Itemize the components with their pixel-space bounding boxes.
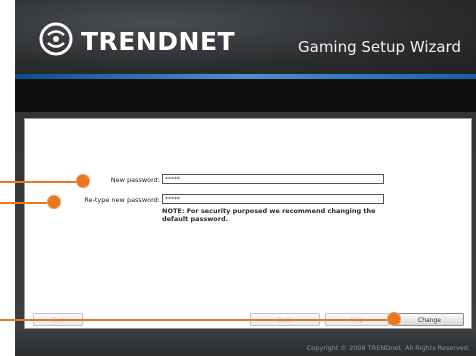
change-button[interactable]: Change [395, 313, 464, 326]
brand-name: TRENDNET [81, 27, 236, 56]
trendnet-logo-icon [39, 22, 73, 56]
callout-line-change [0, 319, 400, 321]
callout-marker-retype-password [47, 195, 61, 209]
new-password-label: New password: [110, 176, 160, 184]
wizard-header: TRENDNET Gaming Setup Wizard [15, 0, 476, 76]
copyright-text: Copyright © 2008 TRENDnet. All Rights Re… [306, 344, 470, 352]
callout-line-retype-password [0, 202, 52, 204]
wizard-title: Gaming Setup Wizard [298, 38, 461, 56]
setup-wizard-window: TRENDNET Gaming Setup Wizard New passwor… [0, 0, 476, 356]
header-dark-band [15, 79, 476, 112]
callout-marker-new-password [76, 174, 90, 188]
left-gutter [0, 0, 15, 356]
new-password-field[interactable]: ***** [162, 174, 384, 184]
retype-password-field[interactable]: ***** [162, 194, 384, 204]
callout-line-new-password [0, 181, 82, 183]
content-panel [24, 118, 472, 329]
callout-marker-change [387, 312, 401, 326]
security-note: NOTE: For security purposed we recommend… [162, 207, 376, 223]
retype-password-label: Re-type new password: [84, 196, 160, 204]
footer-band [15, 330, 476, 356]
